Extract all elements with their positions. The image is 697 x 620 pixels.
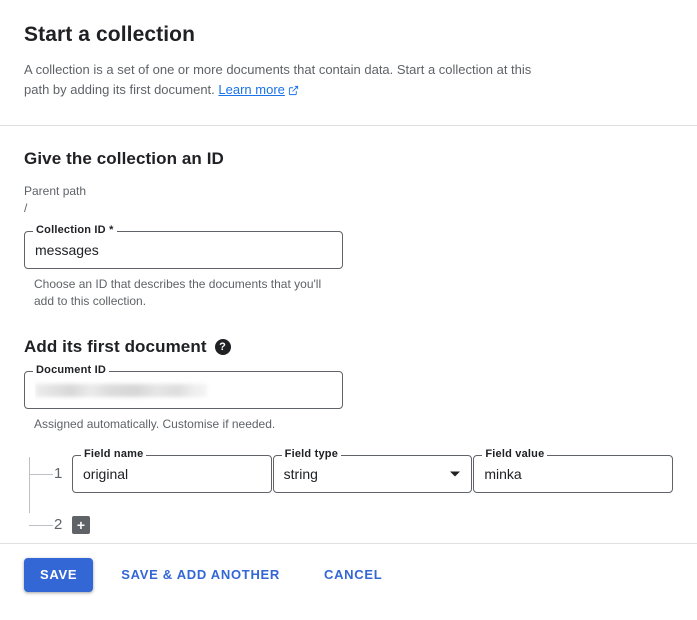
document-id-helper-text: Assigned automatically. Customise if nee… xyxy=(34,417,276,431)
dialog-footer: SAVE SAVE & ADD ANOTHER CANCEL xyxy=(0,544,697,606)
dialog-description: A collection is a set of one or more doc… xyxy=(24,60,544,102)
fields-block: 1 Field name original Field type string … xyxy=(24,448,674,535)
add-field-row: 2 + xyxy=(29,515,673,535)
external-link-icon xyxy=(288,82,299,102)
tree-branch xyxy=(29,525,53,526)
document-id-value xyxy=(35,371,331,409)
collection-id-value: messages xyxy=(35,242,99,258)
collection-id-input[interactable]: Collection ID * messages xyxy=(24,224,343,269)
add-field-row-index: 2 xyxy=(54,516,63,533)
field-value-input[interactable]: Field value minka xyxy=(473,448,674,493)
parent-path-value: / xyxy=(24,201,28,215)
field-row-index: 1 xyxy=(54,465,63,482)
field-type-value: string xyxy=(283,466,318,482)
field-name-input[interactable]: Field name original xyxy=(72,448,272,493)
collection-section-title: Give the collection an ID xyxy=(24,149,224,168)
field-row: 1 Field name original Field type string … xyxy=(29,448,674,493)
dialog-header: Start a collection A collection is a set… xyxy=(0,0,697,102)
tree-branch xyxy=(29,474,53,475)
tree-spine xyxy=(29,457,30,513)
save-button[interactable]: SAVE xyxy=(24,558,94,592)
document-section-title: Add its first document xyxy=(24,337,207,356)
page-title: Start a collection xyxy=(24,23,196,46)
dialog-body: Give the collection an ID Parent path / … xyxy=(0,126,697,535)
save-and-add-another-button[interactable]: SAVE & ADD ANOTHER xyxy=(105,558,296,592)
field-type-select[interactable]: Field type string xyxy=(272,448,473,493)
field-value-value: minka xyxy=(484,466,522,482)
plus-icon: + xyxy=(76,517,86,533)
start-collection-dialog: Start a collection A collection is a set… xyxy=(0,0,697,620)
help-icon[interactable]: ? xyxy=(214,339,231,355)
cancel-button[interactable]: CANCEL xyxy=(308,558,398,592)
field-name-value: original xyxy=(83,466,129,482)
learn-more-link[interactable]: Learn more xyxy=(218,82,284,97)
parent-path-label: Parent path xyxy=(24,184,87,198)
document-id-redacted-placeholder xyxy=(35,383,207,397)
add-field-button[interactable]: + xyxy=(72,516,90,534)
collection-id-helper-text: Choose an ID that describes the document… xyxy=(34,277,322,308)
learn-more-label: Learn more xyxy=(218,82,285,97)
document-id-input[interactable]: Document ID xyxy=(24,364,343,409)
document-section-title-row: Add its first document ? xyxy=(24,336,673,358)
